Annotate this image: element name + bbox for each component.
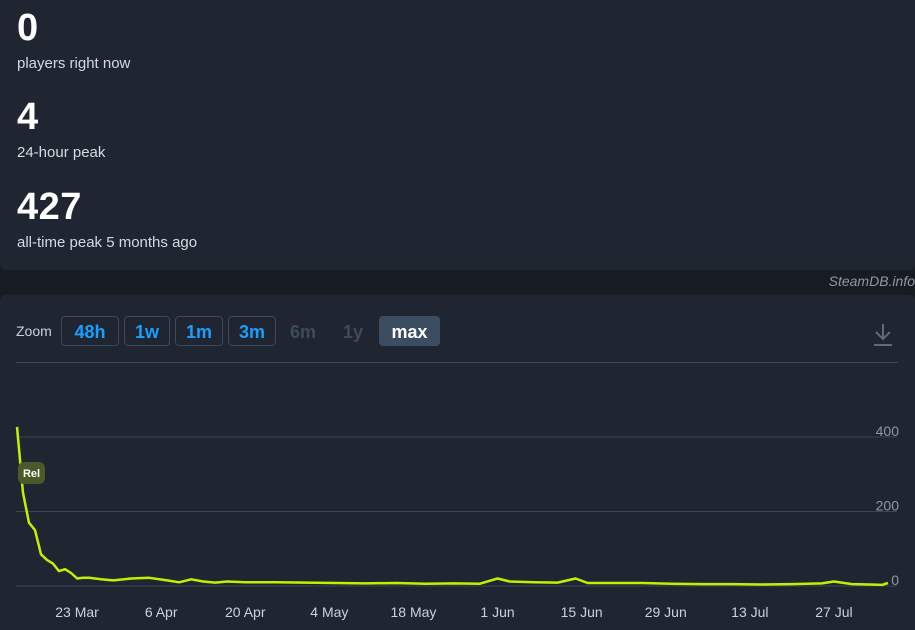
x-tick-label: 18 May — [390, 604, 436, 620]
x-tick-label: 1 Jun — [480, 604, 514, 620]
players-series-line — [15, 426, 889, 587]
release-marker-label: Rel — [23, 468, 40, 480]
y-tick-label: 400 — [876, 423, 900, 439]
x-tick-label: 4 May — [310, 604, 348, 620]
x-tick-label: 23 Mar — [55, 604, 99, 620]
x-tick-label: 29 Jun — [645, 604, 687, 620]
y-tick-label: 200 — [876, 498, 900, 514]
y-axis: 0 200 400 — [876, 423, 900, 588]
release-marker[interactable]: Rel — [18, 462, 45, 484]
x-axis: 23 Mar 6 Apr 20 Apr 4 May 18 May 1 Jun 15 Jun 2… — [55, 604, 852, 620]
x-tick-label: 6 Apr — [145, 604, 178, 620]
player-count-chart: 0 200 400 23 Mar 6 Apr 20 Apr 4 May 18 May 1 Ju… — [15, 423, 900, 620]
y-tick-label: 0 — [891, 572, 899, 588]
x-tick-label: 20 Apr — [225, 604, 266, 620]
chart-grid — [16, 436, 897, 587]
x-tick-label: 13 Jul — [731, 604, 768, 620]
x-tick-label: 27 Jul — [815, 604, 852, 620]
x-tick-label: 15 Jun — [561, 604, 603, 620]
